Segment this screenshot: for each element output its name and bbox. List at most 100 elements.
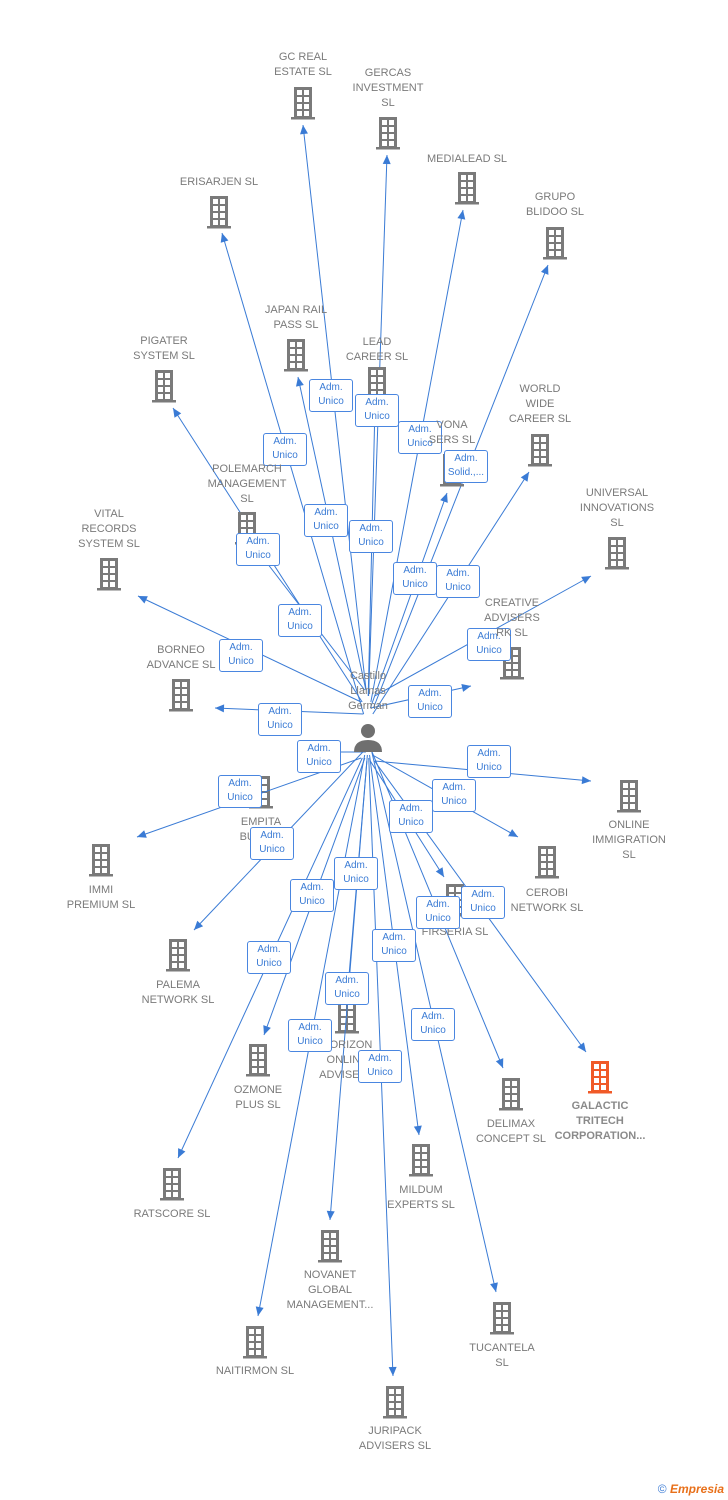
building-window bbox=[389, 1389, 394, 1394]
role-badge[interactable]: Adm. Unico bbox=[297, 740, 341, 773]
company-label[interactable]: MEDIALEAD SL bbox=[412, 152, 522, 167]
building-window bbox=[541, 444, 546, 449]
role-badge[interactable]: Adm. Solid.,... bbox=[444, 450, 488, 483]
company-label[interactable]: ONLINE IMMIGRATION SL bbox=[574, 818, 684, 863]
company-label[interactable]: POLEMARCH MANAGEMENT SL bbox=[192, 462, 302, 507]
building-window bbox=[422, 1154, 427, 1159]
building-window bbox=[396, 1389, 401, 1394]
company-label[interactable]: CREATIVE ADVISERS RK SL bbox=[457, 596, 567, 641]
company-label[interactable]: NOVANET GLOBAL MANAGEMENT... bbox=[275, 1268, 385, 1313]
role-badge[interactable]: Adm. Unico bbox=[372, 929, 416, 962]
arrowhead bbox=[540, 265, 549, 275]
building-body bbox=[591, 1061, 609, 1092]
building-window bbox=[175, 689, 180, 694]
building-window bbox=[534, 451, 539, 456]
building-window bbox=[389, 1403, 394, 1408]
role-badge[interactable]: Adm. Unico bbox=[393, 562, 437, 595]
role-badge[interactable]: Adm. Unico bbox=[258, 703, 302, 736]
company-label[interactable]: JAPAN RAIL PASS SL bbox=[241, 303, 351, 333]
arrowhead bbox=[295, 377, 304, 387]
company-label[interactable]: PIGATER SYSTEM SL bbox=[109, 334, 219, 364]
arrowhead bbox=[581, 576, 591, 584]
building-window bbox=[389, 1410, 394, 1415]
role-badge[interactable]: Adm. Unico bbox=[325, 972, 369, 1005]
building-window bbox=[249, 1336, 254, 1341]
building-window bbox=[252, 1054, 257, 1059]
brand-logo[interactable]: Empresia bbox=[670, 1482, 724, 1496]
company-building-icon bbox=[490, 1302, 514, 1335]
building-window bbox=[503, 1319, 508, 1324]
role-badge[interactable]: Adm. Unico bbox=[218, 775, 262, 808]
company-label[interactable]: OZMONE PLUS SL bbox=[203, 1083, 313, 1113]
role-badge[interactable]: Adm. Unico bbox=[389, 800, 433, 833]
role-badge[interactable]: Adm. Unico bbox=[461, 886, 505, 919]
building-window bbox=[331, 1233, 336, 1238]
building-window bbox=[110, 561, 115, 566]
company-label[interactable]: NAITIRMON SL bbox=[200, 1364, 310, 1379]
building-window bbox=[618, 554, 623, 559]
building-window bbox=[594, 1071, 599, 1076]
building-window bbox=[304, 111, 309, 116]
building-window bbox=[415, 1168, 420, 1173]
building-window bbox=[166, 1185, 171, 1190]
role-badge[interactable]: Adm. Unico bbox=[304, 504, 348, 537]
building-window bbox=[290, 363, 295, 368]
company-label[interactable]: RATSCORE SL bbox=[117, 1207, 227, 1222]
arrowhead bbox=[173, 408, 182, 418]
building-window bbox=[331, 1240, 336, 1245]
building-window bbox=[173, 1171, 178, 1176]
company-building-icon bbox=[376, 117, 400, 150]
company-label[interactable]: GERCAS INVESTMENT SL bbox=[333, 66, 443, 111]
role-badge[interactable]: Adm. Unico bbox=[416, 896, 460, 929]
role-badge[interactable]: Adm. Unico bbox=[309, 379, 353, 412]
company-label[interactable]: TUCANTELA SL bbox=[447, 1341, 557, 1371]
company-label[interactable]: ERISARJEN SL bbox=[164, 175, 274, 190]
company-label[interactable]: UNIVERSAL INNOVATIONS SL bbox=[562, 486, 672, 531]
role-badge[interactable]: Adm. Unico bbox=[288, 1019, 332, 1052]
building-window bbox=[256, 1336, 261, 1341]
role-badge[interactable]: Adm. Unico bbox=[290, 879, 334, 912]
role-badge[interactable]: Adm. Unico bbox=[334, 857, 378, 890]
building-window bbox=[389, 1396, 394, 1401]
company-label[interactable]: WORLD WIDE CAREER SL bbox=[485, 382, 595, 427]
role-badge[interactable]: Adm. Unico bbox=[349, 520, 393, 553]
building-window bbox=[512, 1081, 517, 1086]
company-building-icon bbox=[291, 87, 315, 120]
building-window bbox=[461, 182, 466, 187]
role-badge[interactable]: Adm. Unico bbox=[436, 565, 480, 598]
building-window bbox=[182, 696, 187, 701]
building-window bbox=[601, 1085, 606, 1090]
role-badge[interactable]: Adm. Unico bbox=[250, 827, 294, 860]
building-window bbox=[549, 237, 554, 242]
role-badge[interactable]: Adm. Unico bbox=[358, 1050, 402, 1083]
company-label[interactable]: IMMI PREMIUM SL bbox=[46, 883, 156, 913]
company-label[interactable]: DELIMAX CONCEPT SL bbox=[456, 1117, 566, 1147]
building-window bbox=[541, 849, 546, 854]
role-badge[interactable]: Adm. Unico bbox=[247, 941, 291, 974]
role-badge[interactable]: Adm. Unico bbox=[278, 604, 322, 637]
role-badge[interactable]: Adm. Unico bbox=[236, 533, 280, 566]
building-body bbox=[169, 939, 187, 970]
building-window bbox=[259, 1047, 264, 1052]
building-window bbox=[548, 863, 553, 868]
role-badge[interactable]: Adm. Unico bbox=[432, 779, 476, 812]
company-label[interactable]: CEROBI NETWORK SL bbox=[492, 886, 602, 916]
role-badge[interactable]: Adm. Unico bbox=[408, 685, 452, 718]
building-window bbox=[249, 1350, 254, 1355]
building-window bbox=[102, 861, 107, 866]
company-label[interactable]: VITAL RECORDS SYSTEM SL bbox=[54, 507, 164, 552]
company-label[interactable]: MILDUM EXPERTS SL bbox=[366, 1183, 476, 1213]
role-badge[interactable]: Adm. Unico bbox=[411, 1008, 455, 1041]
building-window bbox=[179, 942, 184, 947]
company-building-icon bbox=[318, 1230, 342, 1263]
company-label[interactable]: GRUPO BLIDOO SL bbox=[500, 190, 610, 220]
company-label[interactable]: LEAD CAREER SL bbox=[322, 335, 432, 365]
company-label[interactable]: BORNEO ADVANCE SL bbox=[126, 643, 236, 673]
company-label[interactable]: PALEMA NETWORK SL bbox=[123, 978, 233, 1008]
role-badge[interactable]: Adm. Unico bbox=[467, 745, 511, 778]
building-window bbox=[505, 1081, 510, 1086]
role-badge[interactable]: Adm. Unico bbox=[355, 394, 399, 427]
company-label[interactable]: JURIPACK ADVISERS SL bbox=[340, 1424, 450, 1454]
building-window bbox=[422, 1161, 427, 1166]
arrowhead bbox=[581, 776, 591, 785]
